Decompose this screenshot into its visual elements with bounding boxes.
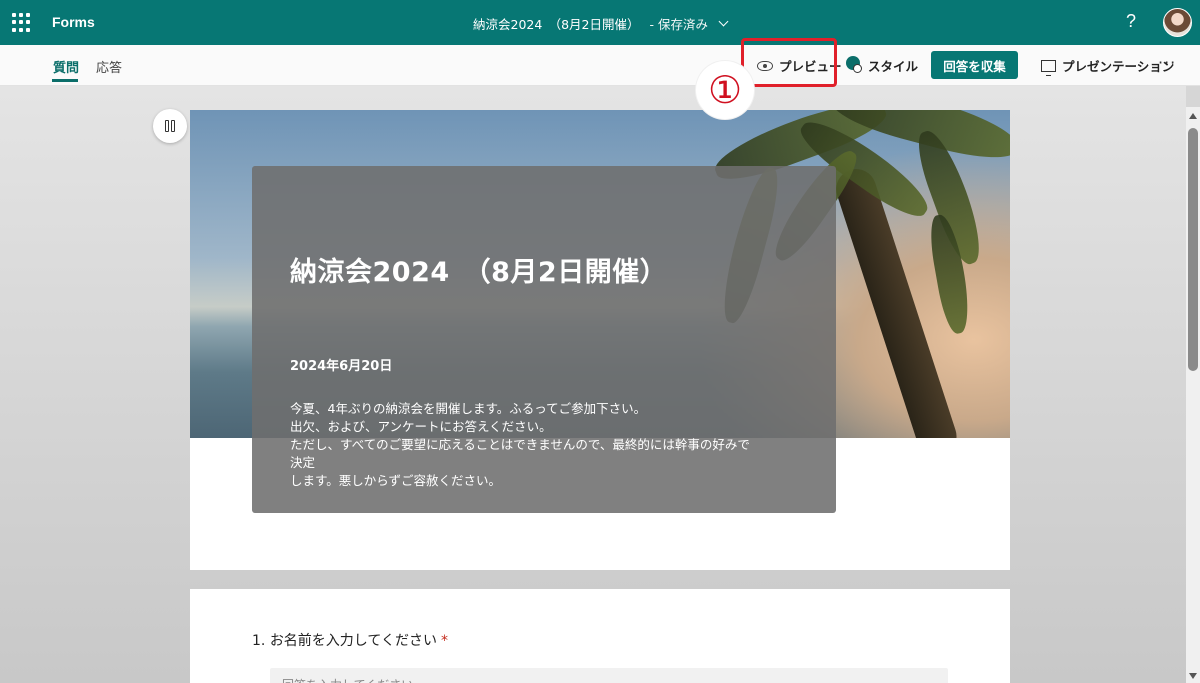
present-button[interactable]: プレゼンテーション [1041,56,1174,76]
required-asterisk: * [440,633,448,649]
collapse-panel-icon[interactable] [153,109,187,143]
description-line: します。悪しからずご容赦ください。 [290,473,502,488]
scroll-down-icon[interactable] [1189,673,1197,679]
question-card[interactable]: 1. お名前を入力してください* 回答を入力してください [190,589,1010,683]
chevron-down-icon [718,16,729,27]
annotation-marker: ① [696,61,754,119]
form-description[interactable]: 今夏、4年ぶりの納涼会を開催します。ふるってご参加下さい。 出欠、および、アンケ… [290,400,760,490]
app-name[interactable]: Forms [52,14,95,30]
save-status: - 保存済み [649,17,708,32]
question-number: 1. [252,633,266,649]
document-title-bar: 納涼会2024 （8月2日開催） - 保存済み [0,14,1200,33]
question-text: お名前を入力してください [269,633,437,649]
avatar[interactable] [1163,8,1192,37]
help-icon[interactable]: ? [1126,11,1136,32]
palette-icon [846,55,862,74]
tab-questions[interactable]: 質問 [53,57,79,76]
document-title: 納涼会2024 （8月2日開催） [473,17,640,32]
form-title[interactable]: 納涼会2024 （8月2日開催） [290,250,667,289]
tab-responses[interactable]: 応答 [96,57,122,76]
style-label: スタイル [868,59,919,74]
scroll-up-icon[interactable] [1189,113,1197,119]
presentation-icon [1041,59,1056,76]
description-line: 出欠、および、アンケートにお答えください。 [290,419,552,434]
form-toolbar: 質問 応答 プレビュー スタイル 回答を収集 プレゼンテーション ··· [0,45,1200,86]
description-line: ただし、すべてのご要望に応えることはできませんので、最終的には幹事の好みで決定 [290,437,750,470]
app-header: Forms 納涼会2024 （8月2日開催） - 保存済み ? [0,0,1200,45]
collect-responses-button[interactable]: 回答を収集 [931,51,1018,79]
answer-input[interactable]: 回答を入力してください [270,668,948,683]
form-date: 2024年6月20日 [290,359,393,374]
document-title-button[interactable]: 納涼会2024 （8月2日開催） - 保存済み [473,14,729,33]
style-button[interactable]: スタイル [846,54,918,75]
annotation-highlight-box [741,38,837,87]
form-title-card[interactable]: 納涼会2024 （8月2日開催） 2024年6月20日 今夏、4年ぶりの納涼会を… [252,166,836,513]
active-tab-indicator [52,79,78,82]
app-launcher-icon[interactable] [12,13,31,32]
question-label: 1. お名前を入力してください * [252,630,448,650]
vertical-scrollbar[interactable] [1186,107,1200,683]
scroll-thumb[interactable] [1188,128,1198,371]
description-line: 今夏、4年ぶりの納涼会を開催します。ふるってご参加下さい。 [290,401,647,416]
more-options-icon[interactable]: ··· [1158,53,1176,72]
